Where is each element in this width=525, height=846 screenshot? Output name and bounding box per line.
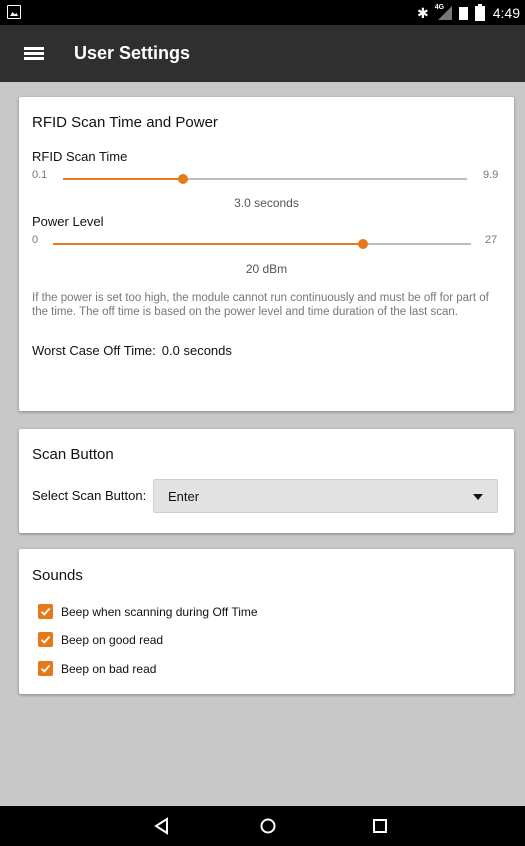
status-bar: ✱ 4G 4:49 xyxy=(0,0,525,25)
back-icon[interactable] xyxy=(150,814,174,838)
scan-time-value: 3.0 seconds xyxy=(234,196,299,210)
beep-good-read-checkbox[interactable] xyxy=(38,632,53,647)
dropdown-caret-icon xyxy=(473,494,483,500)
power-level-min: 0 xyxy=(32,234,39,246)
scan-button-card: Scan Button Select Scan Button: Enter xyxy=(19,429,514,533)
status-time: 4:49 xyxy=(492,5,520,21)
power-note: If the power is set too high, the module… xyxy=(32,292,489,318)
bluetooth-icon: ✱ xyxy=(417,4,429,21)
power-level-slider[interactable] xyxy=(53,239,471,249)
recents-icon[interactable] xyxy=(368,814,392,838)
check-icon xyxy=(40,664,51,673)
beep-bad-read-label: Beep on bad read xyxy=(61,662,157,676)
navigation-bar xyxy=(0,806,525,846)
beep-bad-read-checkbox[interactable] xyxy=(38,661,53,676)
power-level-label: Power Level xyxy=(32,214,104,229)
beep-off-time-label: Beep when scanning during Off Time xyxy=(61,605,258,619)
worst-case-off-time: Worst Case Off Time: 0.0 seconds xyxy=(32,343,232,358)
scan-time-max: 9.9 xyxy=(483,169,499,181)
sounds-card-title: Sounds xyxy=(32,567,83,584)
image-icon xyxy=(7,5,21,19)
scan-button-select[interactable]: Enter xyxy=(153,479,498,513)
beep-off-time-checkbox[interactable] xyxy=(38,604,53,619)
sim-icon xyxy=(458,6,468,20)
power-level-slider-fill xyxy=(53,243,363,245)
status-icons: ✱ 4G 4:49 xyxy=(417,3,520,22)
sounds-card: Sounds Beep when scanning during Off Tim… xyxy=(19,549,514,694)
off-time-label: Worst Case Off Time: xyxy=(32,343,156,358)
scan-time-slider-fill xyxy=(63,178,183,180)
check-icon xyxy=(40,635,51,644)
page-title: User Settings xyxy=(74,43,191,63)
hamburger-menu-icon[interactable] xyxy=(24,45,44,61)
network-label: 4G xyxy=(434,4,445,11)
screen: ✱ 4G 4:49 User Settings RFID Scan Time a… xyxy=(0,0,525,846)
off-time-value: 0.0 seconds xyxy=(161,343,232,358)
app-bar: User Settings xyxy=(0,25,525,82)
rfid-card-title: RFID Scan Time and Power xyxy=(32,114,218,131)
scan-button-selected-value: Enter xyxy=(168,489,200,504)
scan-time-label: RFID Scan Time xyxy=(32,149,128,164)
power-level-slider-thumb[interactable] xyxy=(357,239,368,249)
power-level-max: 27 xyxy=(485,234,498,246)
rfid-settings-card: RFID Scan Time and Power RFID Scan Time … xyxy=(19,97,514,411)
beep-good-read-label: Beep on good read xyxy=(61,633,164,647)
scan-time-slider-thumb[interactable] xyxy=(177,174,188,184)
check-icon xyxy=(40,607,51,616)
power-level-value: 20 dBm xyxy=(245,262,288,276)
scan-button-card-title: Scan Button xyxy=(32,446,114,463)
home-icon[interactable] xyxy=(256,814,280,838)
select-scan-button-label: Select Scan Button: xyxy=(32,488,147,503)
scan-time-slider[interactable] xyxy=(63,174,467,184)
battery-icon xyxy=(474,3,485,21)
scan-time-min: 0.1 xyxy=(32,169,48,181)
signal-icon: 4G xyxy=(434,4,452,20)
